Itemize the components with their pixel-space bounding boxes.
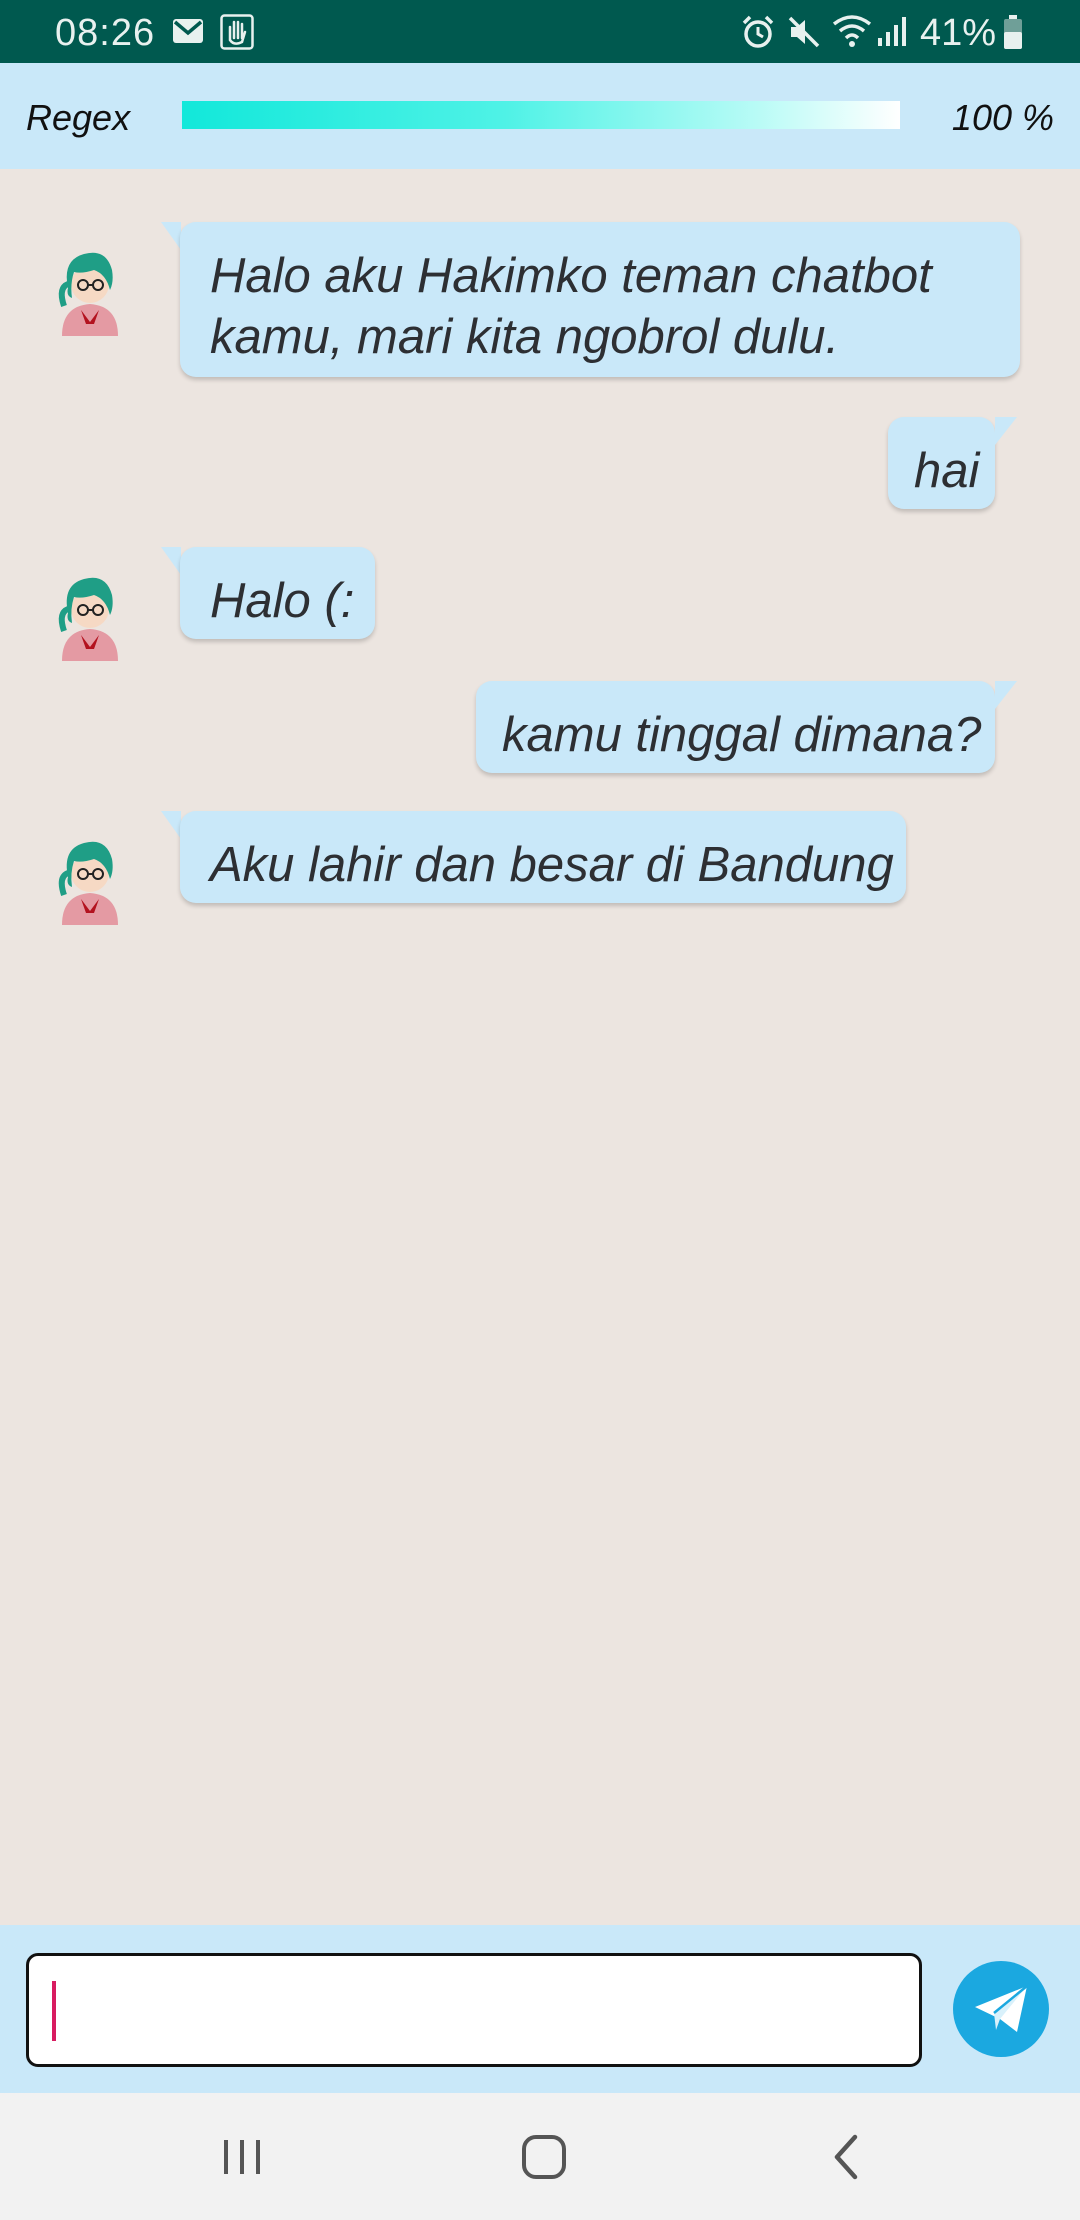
message-line: hai [914,444,980,498]
home-icon [520,2133,568,2181]
bot-avatar [54,244,126,336]
recents-button[interactable] [182,2093,302,2220]
status-bar: 08:26 41% [0,0,1080,63]
message-line: Aku lahir dan besar di Bandung [210,838,894,892]
back-icon [831,2133,861,2181]
battery-percent: 41% [920,12,997,54]
hand-app-icon [220,14,254,55]
send-button[interactable] [953,1961,1049,2057]
text-caret [52,1981,56,2041]
message-line: Halo aku Hakimko teman chatbot [210,249,932,303]
message-input[interactable] [26,1953,922,2067]
status-time: 08:26 [55,12,156,54]
bubble-tail [995,417,1017,445]
gmail-icon [172,18,204,49]
user-message-bubble: kamu tinggal dimana? [476,681,995,773]
bot-message-bubble: Aku lahir dan besar di Bandung [180,811,906,903]
progress-header: Regex 100 % [0,63,1080,169]
progress-bar [182,101,900,129]
bot-message-bubble: Halo (: [180,547,375,639]
message-line: kamu tinggal dimana? [502,708,982,762]
battery-icon [1002,14,1024,55]
bubble-tail [995,681,1017,709]
send-icon [972,1983,1030,2035]
mute-icon [786,14,822,55]
message-line: Halo (: [210,574,355,628]
bot-avatar [54,569,126,661]
chat-area[interactable]: Halo aku Hakimko teman chatbot kamu, mar… [0,169,1080,1925]
progress-percent: 100 % [951,97,1054,138]
bubble-tail [161,547,181,575]
user-message-bubble: hai [888,417,995,509]
bubble-tail [161,811,181,839]
signal-icon [876,14,910,53]
recents-icon [220,2137,264,2177]
message-line: kamu, mari kita ngobrol dulu. [210,310,840,364]
message-input-bar [0,1925,1080,2093]
mode-label: Regex [26,97,131,138]
alarm-icon [740,14,776,55]
bot-message-bubble: Halo aku Hakimko teman chatbot kamu, mar… [180,222,1020,377]
bubble-tail [161,222,181,250]
bot-avatar [54,833,126,925]
progress-fill [182,101,900,129]
home-button[interactable] [484,2093,604,2220]
back-button[interactable] [786,2093,906,2220]
wifi-icon [832,14,872,53]
system-nav-bar [0,2093,1080,2220]
